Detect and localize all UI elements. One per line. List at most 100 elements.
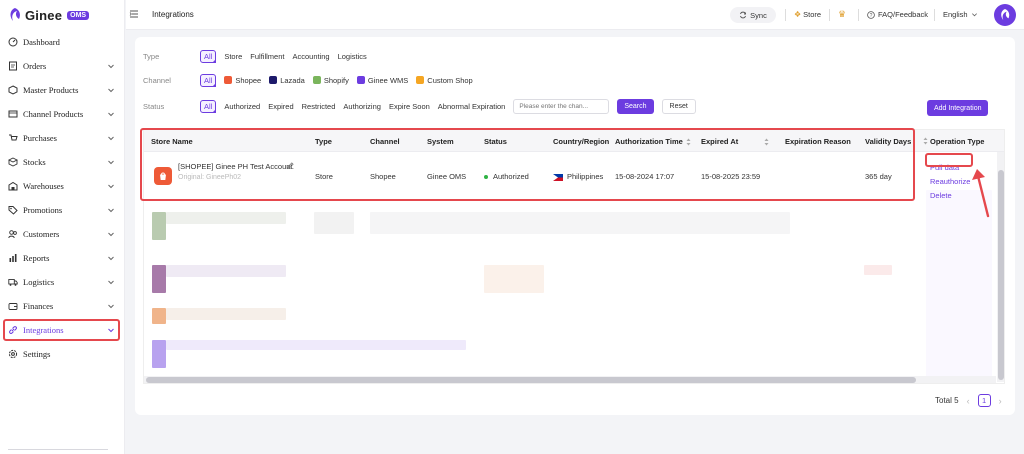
channel-option-shopify[interactable]: Shopify	[312, 76, 349, 85]
sidebar-item-master-products[interactable]: Master Products	[0, 78, 125, 102]
sidebar-item-label: Settings	[23, 349, 51, 359]
page-number[interactable]: 1	[977, 394, 991, 407]
blurred-row	[484, 265, 544, 293]
sync-button[interactable]: Sync	[730, 7, 776, 23]
reauthorize-link[interactable]: Reauthorize	[930, 177, 970, 186]
sidebar-item-promotions[interactable]: Promotions	[0, 198, 125, 222]
chevron-down-icon	[108, 88, 114, 93]
sidebar-item-logistics[interactable]: Logistics	[0, 270, 125, 294]
sidebar-item-settings[interactable]: Settings	[0, 342, 125, 366]
dashboard-icon	[8, 37, 18, 47]
divider	[858, 9, 859, 21]
sidebar-nav: Dashboard Orders Master Products Channel…	[0, 30, 125, 366]
type-option-accounting[interactable]: Accounting	[292, 52, 329, 61]
scrollbar-thumb[interactable]	[146, 377, 916, 383]
chevron-down-icon	[108, 304, 114, 309]
add-integration-button[interactable]: Add Integration	[927, 100, 989, 116]
reset-button[interactable]: Reset	[661, 98, 696, 114]
next-page-icon[interactable]: ›	[999, 396, 1002, 406]
channel-option-shopee[interactable]: Shopee	[224, 76, 261, 85]
sidebar-item-label: Reports	[23, 253, 50, 263]
scrollbar-thumb[interactable]	[998, 170, 1004, 380]
sidebar-item-dashboard[interactable]: Dashboard	[0, 30, 125, 54]
faq-feedback-link[interactable]: ? FAQ/Feedback	[867, 10, 928, 19]
blurred-row	[166, 308, 286, 320]
blurred-row	[314, 212, 354, 234]
blurred-row	[166, 265, 286, 277]
vertical-scrollbar[interactable]	[997, 152, 1004, 382]
lazada-icon	[269, 76, 278, 84]
search-button[interactable]: Search	[617, 98, 654, 114]
sidebar-item-purchases[interactable]: Purchases	[0, 126, 125, 150]
sidebar-item-channel-products[interactable]: Channel Products	[0, 102, 125, 126]
sidebar-item-label: Orders	[23, 61, 47, 71]
ginee-logo-icon	[1001, 9, 1010, 21]
language-select[interactable]: English	[943, 10, 978, 19]
app-badge: OMS	[67, 10, 90, 20]
status-option-authorizing[interactable]: Authorizing	[343, 102, 381, 111]
channel-label: Shopee	[235, 75, 262, 85]
divider	[934, 9, 935, 21]
orders-icon	[8, 61, 18, 71]
status-option-expire-soon[interactable]: Expire Soon	[389, 102, 430, 111]
total-count: Total 5	[935, 396, 959, 405]
status-option-authorized[interactable]: Authorized	[224, 102, 260, 111]
sidebar-item-orders[interactable]: Orders	[0, 54, 125, 78]
blurred-row	[152, 265, 166, 293]
type-option-fulfillment[interactable]: Fulfillment	[250, 52, 284, 61]
crown-icon[interactable]: ♛	[838, 9, 846, 20]
sidebar-item-label: Customers	[23, 229, 60, 239]
topbar: Integrations Sync ❖ Store ♛ ? FAQ/Feedba…	[126, 0, 1024, 30]
column-header-operation-type: Operation Type	[930, 137, 985, 146]
filter-label: Channel	[143, 75, 171, 85]
sidebar-item-finances[interactable]: Finances	[0, 294, 125, 318]
finances-icon	[8, 301, 18, 311]
avatar[interactable]	[994, 4, 1016, 26]
channel-option-ginee-wms[interactable]: Ginee WMS	[356, 76, 408, 85]
sidebar-item-label: Dashboard	[23, 37, 60, 47]
menu-collapse-icon[interactable]	[129, 9, 139, 19]
channel-option-lazada[interactable]: Lazada	[269, 76, 305, 85]
warehouses-icon	[8, 181, 18, 191]
reports-icon	[8, 253, 18, 263]
search-input[interactable]	[513, 98, 610, 114]
prev-page-icon[interactable]: ‹	[967, 396, 970, 406]
customers-icon	[8, 229, 18, 239]
sidebar-item-label: Master Products	[23, 85, 79, 95]
app-logo[interactable]: Ginee OMS	[8, 7, 90, 23]
type-option-logistics[interactable]: Logistics	[338, 52, 367, 61]
status-option-abnormal-expiration[interactable]: Abnormal Expiration	[438, 102, 506, 111]
status-option-expired[interactable]: Expired	[268, 102, 293, 111]
stocks-icon	[8, 157, 18, 167]
sync-icon	[740, 11, 747, 19]
channel-option-all[interactable]: All	[200, 73, 217, 87]
filter-label: Status	[143, 101, 165, 111]
master-products-icon	[8, 85, 18, 95]
sidebar-item-stocks[interactable]: Stocks	[0, 150, 125, 174]
store-icon: ❖	[794, 10, 802, 19]
sidebar-item-reports[interactable]: Reports	[0, 246, 125, 270]
sidebar-item-customers[interactable]: Customers	[0, 222, 125, 246]
integrations-card: Type All Store Fulfillment Accounting Lo…	[135, 37, 1015, 415]
horizontal-scrollbar[interactable]	[144, 376, 996, 383]
channel-option-custom-shop[interactable]: Custom Shop	[416, 76, 473, 85]
divider	[829, 9, 830, 21]
chevron-down-icon	[108, 160, 114, 165]
highlight-frame-pull-data	[925, 153, 973, 167]
sort-icon[interactable]	[923, 137, 928, 145]
delete-link[interactable]: Delete	[930, 191, 952, 200]
sidebar-item-integrations[interactable]: Integrations	[0, 318, 125, 342]
store-button[interactable]: ❖ Store	[794, 10, 821, 19]
chevron-down-icon	[108, 184, 114, 189]
highlight-frame-row	[140, 128, 915, 201]
blurred-row	[864, 265, 892, 275]
pagination: Total 5 ‹ 1 ›	[935, 394, 1002, 407]
annotation-arrow-icon	[972, 169, 990, 218]
sidebar-item-warehouses[interactable]: Warehouses	[0, 174, 125, 198]
blurred-row	[370, 212, 790, 234]
type-option-store[interactable]: Store	[224, 52, 242, 61]
status-option-restricted[interactable]: Restricted	[302, 102, 336, 111]
blurred-row	[166, 340, 466, 350]
status-option-all[interactable]: All	[200, 99, 217, 113]
type-option-all[interactable]: All	[200, 49, 217, 63]
